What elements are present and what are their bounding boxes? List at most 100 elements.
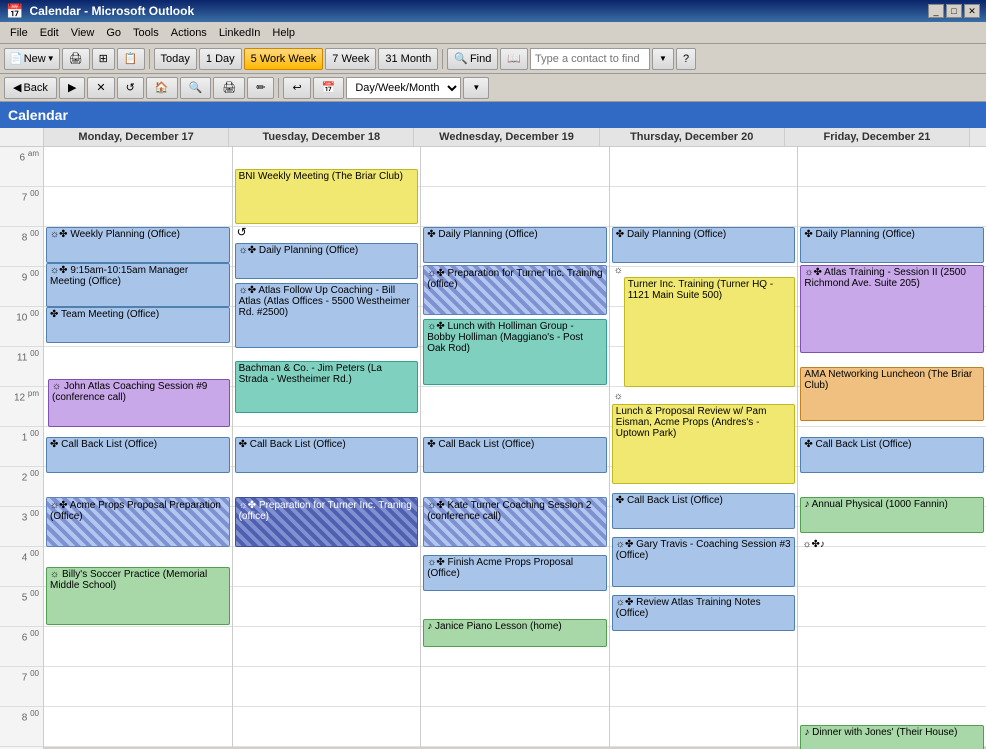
search-nav-button[interactable]: 🔍 xyxy=(180,77,212,99)
refresh-button[interactable]: ↺ xyxy=(117,77,144,99)
stop-button[interactable]: ✕ xyxy=(87,77,114,99)
event-wed-1[interactable]: ✤ Daily Planning (Office) xyxy=(423,227,607,263)
event-fri-5[interactable]: ♪ Annual Physical (1000 Fannin) xyxy=(800,497,984,533)
event-thu-2[interactable]: Turner Inc. Training (Turner HQ - 1121 M… xyxy=(624,277,796,387)
day-header-thu: Thursday, December 20 xyxy=(600,128,785,146)
menu-file[interactable]: File xyxy=(4,25,34,41)
view-dropdown[interactable]: Day/Week/Month xyxy=(346,77,461,99)
nav-sep xyxy=(278,78,279,98)
menu-go[interactable]: Go xyxy=(100,25,127,41)
day-col-fri[interactable]: ✤ Daily Planning (Office) ☼✤ Atlas Train… xyxy=(798,147,986,747)
time-6: 6 00 xyxy=(0,627,43,667)
calendar-nav-icon[interactable]: 📅 xyxy=(313,77,345,99)
help-button[interactable]: ? xyxy=(676,48,696,70)
event-thu-5[interactable]: ☼✤ Gary Travis - Coaching Session #3 (Of… xyxy=(612,537,796,587)
work-week-button[interactable]: 5 Work Week xyxy=(244,48,324,70)
view-dropdown-btn[interactable]: ▼ xyxy=(463,77,489,99)
edit-nav-button[interactable]: ✏ xyxy=(247,77,274,99)
grid-icon: ⊞ xyxy=(99,52,108,65)
event-mon-5[interactable]: ✤ Call Back List (Office) xyxy=(46,437,230,473)
contact-search-input[interactable] xyxy=(530,48,650,70)
address-book-button[interactable]: 📖 xyxy=(500,48,528,70)
event-wed-3[interactable]: ☼✤ Lunch with Holliman Group - Bobby Hol… xyxy=(423,319,607,385)
event-wed-2[interactable]: ☼✤ Preparation for Turner Inc. Training … xyxy=(423,265,607,315)
time-9: 9 00 xyxy=(0,267,43,307)
time-column: 6 am 7 00 8 00 9 00 10 00 11 00 12 pm 1 … xyxy=(0,147,44,749)
find-icon: 🔍 xyxy=(454,52,468,65)
time-4: 4 00 xyxy=(0,547,43,587)
new-dropdown-arrow[interactable]: ▼ xyxy=(47,54,55,63)
event-wed-7[interactable]: ♪ Janice Piano Lesson (home) xyxy=(423,619,607,647)
forward-icon: ▶ xyxy=(68,81,76,94)
close-button[interactable]: ✕ xyxy=(964,4,980,18)
event-tue-3[interactable]: ☼✤ Atlas Follow Up Coaching - Bill Atlas… xyxy=(235,283,419,348)
menu-linkedin[interactable]: LinkedIn xyxy=(213,25,267,41)
find-button[interactable]: 🔍 Find xyxy=(447,48,498,70)
calendar-title: Calendar xyxy=(8,107,68,123)
event-tue-1[interactable]: BNI Weekly Meeting (The Briar Club) xyxy=(235,169,419,224)
menu-actions[interactable]: Actions xyxy=(165,25,213,41)
new-button[interactable]: 📄 New ▼ xyxy=(4,48,60,70)
table-icon-button[interactable]: 📋 xyxy=(117,48,145,70)
event-fri-4[interactable]: ✤ Call Back List (Office) xyxy=(800,437,984,473)
day-col-wed[interactable]: ✤ Daily Planning (Office) ☼✤ Preparation… xyxy=(421,147,610,747)
calendar-scroll[interactable]: 6 am 7 00 8 00 9 00 10 00 11 00 12 pm 1 … xyxy=(0,147,986,749)
menu-edit[interactable]: Edit xyxy=(34,25,65,41)
grid-icon-button[interactable]: ⊞ xyxy=(92,48,115,70)
month-button[interactable]: 31 Month xyxy=(378,48,438,70)
time-7b: 7 00 xyxy=(0,667,43,707)
event-mon-2[interactable]: ☼✤ 9:15am-10:15am Manager Meeting (Offic… xyxy=(46,263,230,307)
undo-button[interactable]: ↩ xyxy=(283,77,310,99)
event-wed-5[interactable]: ☼✤ Kate Turner Coaching Session 2 (confe… xyxy=(423,497,607,547)
menu-tools[interactable]: Tools xyxy=(127,25,165,41)
event-thu-4[interactable]: ✤ Call Back List (Office) xyxy=(612,493,796,529)
next-nav-button[interactable]: ▶ xyxy=(59,77,85,99)
event-thu-3[interactable]: Lunch & Proposal Review w/ Pam Eisman, A… xyxy=(612,404,796,484)
time-5: 5 00 xyxy=(0,587,43,627)
day-header-tue: Tuesday, December 18 xyxy=(229,128,414,146)
menu-help[interactable]: Help xyxy=(266,25,301,41)
event-thu-1[interactable]: ✤ Daily Planning (Office) xyxy=(612,227,796,263)
maximize-button[interactable]: □ xyxy=(946,4,962,18)
event-tue-4[interactable]: Bachman & Co. - Jim Peters (La Strada - … xyxy=(235,361,419,413)
day-header-fri: Friday, December 21 xyxy=(785,128,970,146)
separator-1 xyxy=(149,49,150,69)
event-mon-7[interactable]: ☼ Billy's Soccer Practice (Memorial Midd… xyxy=(46,567,230,625)
back-label: Back xyxy=(23,82,47,94)
event-thu-6[interactable]: ☼✤ Review Atlas Training Notes (Office) xyxy=(612,595,796,631)
print-nav-button[interactable]: 🖨 xyxy=(213,77,245,99)
prev-nav-button[interactable]: ◀ Back xyxy=(4,77,57,99)
day-col-tue[interactable]: BNI Weekly Meeting (The Briar Club) ↺ ☼✤… xyxy=(233,147,422,747)
event-fri-6[interactable]: ♪ Dinner with Jones' (Their House) xyxy=(800,725,984,749)
time-6am: 6 am xyxy=(0,147,43,187)
time-2: 2 00 xyxy=(0,467,43,507)
event-wed-4[interactable]: ✤ Call Back List (Office) xyxy=(423,437,607,473)
week-button[interactable]: 7 Week xyxy=(325,48,376,70)
event-tue-5[interactable]: ✤ Call Back List (Office) xyxy=(235,437,419,473)
event-fri-2[interactable]: ☼✤ Atlas Training - Session II (2500 Ric… xyxy=(800,265,984,353)
event-mon-1[interactable]: ☼✤ Weekly Planning (Office) xyxy=(46,227,230,263)
print-button[interactable]: 🖨 xyxy=(62,48,90,70)
day-header-wed: Wednesday, December 19 xyxy=(414,128,599,146)
calendar-body: 6 am 7 00 8 00 9 00 10 00 11 00 12 pm 1 … xyxy=(0,147,986,749)
event-mon-6[interactable]: ☼✤ Acme Props Proposal Preparation (Offi… xyxy=(46,497,230,547)
day-col-mon[interactable]: ☼✤ Weekly Planning (Office) ☼✤ 9:15am-10… xyxy=(44,147,233,747)
contact-search-dropdown[interactable]: ▼ xyxy=(652,48,674,70)
home-button[interactable]: 🏠 xyxy=(146,77,178,99)
menu-view[interactable]: View xyxy=(65,25,101,41)
today-button[interactable]: Today xyxy=(154,48,197,70)
calendar-header: Calendar xyxy=(0,102,986,128)
event-wed-6[interactable]: ☼✤ Finish Acme Props Proposal (Office) xyxy=(423,555,607,591)
event-mon-3[interactable]: ✤ Team Meeting (Office) xyxy=(46,307,230,343)
day-col-thu[interactable]: ✤ Daily Planning (Office) ☼ Turner Inc. … xyxy=(610,147,799,747)
event-tue-2[interactable]: ☼✤ Daily Planning (Office) xyxy=(235,243,419,279)
event-tue-6[interactable]: ☼✤ Preparation for Turner Inc. Traning (… xyxy=(235,497,419,547)
separator-2 xyxy=(442,49,443,69)
day-button[interactable]: 1 Day xyxy=(199,48,242,70)
event-fri-3[interactable]: AMA Networking Luncheon (The Briar Club) xyxy=(800,367,984,421)
time-12pm: 12 pm xyxy=(0,387,43,427)
event-fri-1[interactable]: ✤ Daily Planning (Office) xyxy=(800,227,984,263)
event-mon-4[interactable]: ☼ John Atlas Coaching Session #9 (confer… xyxy=(48,379,230,427)
minimize-button[interactable]: _ xyxy=(928,4,944,18)
event-fri-sun-icons: ☼✤♪ xyxy=(802,539,825,550)
